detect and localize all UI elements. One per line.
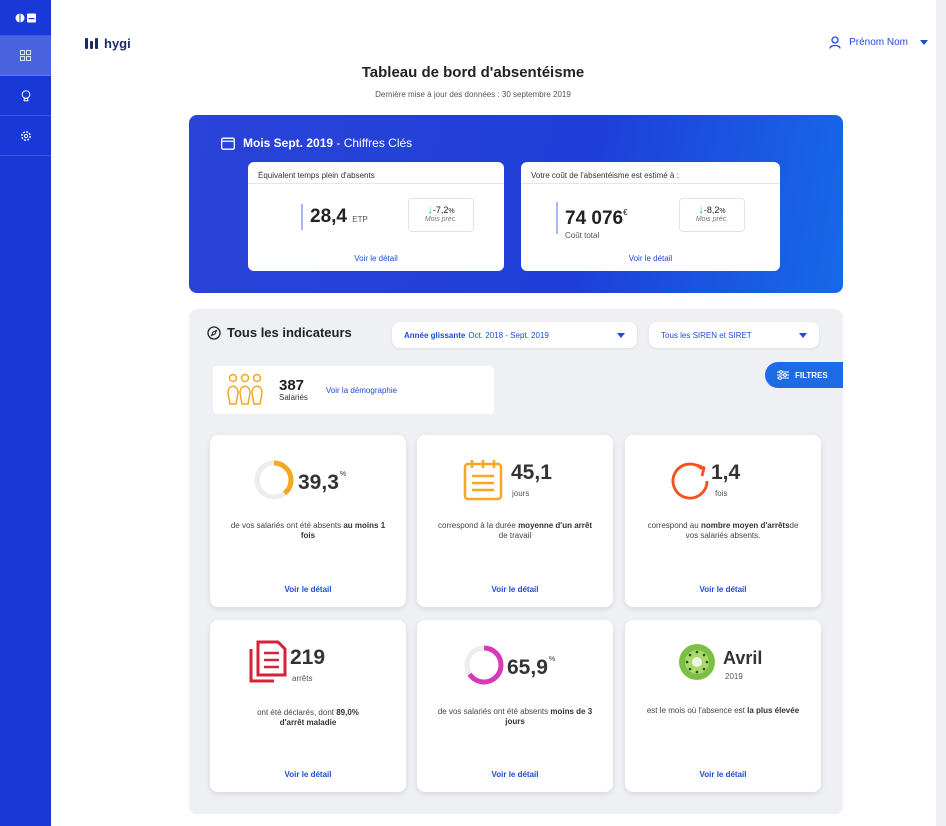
fte-delta-value: -7,2 — [432, 205, 449, 215]
absent-once-ring-icon — [254, 460, 294, 500]
siren-select[interactable]: Tous les SIREN et SIRET — [649, 322, 819, 348]
fte-delta-label: Mois préc. — [424, 216, 458, 223]
user-menu[interactable]: Prénom Nom — [829, 36, 928, 49]
indicator-card-absent-once: 39,3% de vos salariés ont été absents au… — [210, 435, 406, 607]
avg-stops-detail-link[interactable]: Voir le détail — [625, 585, 821, 594]
stops-declared-unit: arrêts — [292, 674, 313, 683]
absent-once-value: 39,3% — [298, 471, 347, 494]
stops-declared-value: 219 — [290, 646, 326, 669]
user-icon — [829, 36, 841, 49]
sidebar-item-settings[interactable] — [0, 116, 51, 156]
avg-duration-detail-link[interactable]: Voir le détail — [417, 585, 613, 594]
avg-duration-description: correspond à la durée moyenne d'un arrêt… — [438, 521, 592, 540]
scroll-gutter — [936, 0, 946, 826]
period-prefix: Année glissante — [404, 330, 466, 340]
demography-card: 387 Salariés Voir la démographie — [213, 366, 494, 414]
indicator-card-stops-declared: 219 arrêts ont été déclarés, dont 89,0% d… — [210, 620, 406, 792]
last-update: Dernière mise à jour des données : 30 se… — [375, 90, 571, 99]
key-figures-suffix: - Chiffres Clés — [333, 136, 413, 150]
demography-link[interactable]: Voir la démographie — [326, 386, 397, 395]
avg-stops-description: correspond au nombre moyen d'arrêtsde vo… — [647, 521, 799, 540]
avg-stops-unit: fois — [715, 489, 728, 498]
cost-sublabel: Coût total — [565, 231, 600, 240]
employees-block: 387 Salariés — [279, 378, 308, 402]
siren-value: Tous les SIREN et SIRET — [661, 330, 752, 340]
gear-icon — [20, 130, 31, 141]
notepad-icon — [463, 460, 503, 501]
page-title: Tableau de bord d'absentéisme — [361, 64, 585, 81]
month-label: Mois Sept. 2019 — [243, 136, 334, 150]
people-group-icon — [227, 373, 263, 405]
chevron-down-icon — [799, 332, 807, 338]
short-absence-detail-link[interactable]: Voir le détail — [417, 770, 613, 779]
key-figures-header: Mois Sept. 2019 - Chiffres Clés — [221, 136, 412, 150]
documents-icon — [249, 640, 287, 683]
fte-card-title: Équivalent temps plein d'absents — [248, 162, 504, 184]
indicator-card-peak-month: Avril 2019 est le mois où l'absence est … — [625, 620, 821, 792]
dashboard-icon — [20, 50, 31, 61]
chevron-down-icon — [920, 40, 928, 45]
app-logo-icon — [15, 13, 36, 22]
fte-delta-unit: % — [448, 208, 455, 215]
filters-label: FILTRES — [795, 370, 828, 380]
avg-stops-value: 1,4 — [711, 461, 741, 484]
fte-value: 28,4 ETP — [310, 206, 368, 227]
indicator-card-short-absence: 65,9% de vos salariés ont été absents mo… — [417, 620, 613, 792]
short-absence-description: de vos salariés ont été absents moins de… — [437, 707, 593, 726]
indicators-title: Tous les indicateurs — [227, 325, 352, 340]
peak-month-value: Avril — [723, 648, 763, 668]
user-name: Prénom Nom — [849, 37, 908, 48]
absent-once-description: de vos salariés ont été absents au moins… — [230, 521, 386, 540]
fte-divider — [301, 204, 303, 230]
avg-duration-value: 45,1 — [511, 461, 552, 484]
cost-card: Votre coût de l'absentéisme est estimé à… — [521, 162, 780, 271]
employees-label: Salariés — [279, 393, 308, 402]
refresh-arrow-icon — [671, 462, 709, 500]
cost-delta-value: -8,2 — [703, 205, 720, 215]
fte-unit: ETP — [352, 215, 368, 224]
absent-once-detail-link[interactable]: Voir le détail — [210, 585, 406, 594]
calendar-icon — [221, 137, 235, 150]
cost-detail-link[interactable]: Voir le détail — [521, 254, 780, 263]
fte-delta-badge: ↓-7,2% Mois préc. — [408, 198, 474, 232]
chevron-down-icon — [617, 332, 625, 338]
short-absence-ring-icon — [464, 645, 504, 685]
cost-unit: € — [623, 208, 628, 217]
indicator-card-avg-duration: 45,1 jours correspond à la durée moyenne… — [417, 435, 613, 607]
brand-logo[interactable]: hygi — [85, 36, 131, 51]
fte-card: Équivalent temps plein d'absents 28,4 ET… — [248, 162, 504, 271]
employees-count: 387 — [279, 377, 305, 394]
period-value: Oct. 2018 - Sept. 2019 — [468, 330, 549, 340]
cost-divider — [556, 202, 558, 234]
cost-delta-unit: % — [719, 208, 726, 215]
peak-month-detail-link[interactable]: Voir le détail — [625, 770, 821, 779]
filters-button[interactable]: FILTRES — [765, 362, 843, 388]
indicators-panel: Tous les indicateurs Année glissante Oct… — [189, 309, 843, 814]
short-absence-value: 65,9% — [507, 656, 556, 679]
kiwi-icon — [679, 644, 715, 680]
compass-icon — [207, 325, 221, 340]
brand-bars-icon — [85, 38, 98, 49]
indicators-header: Tous les indicateurs — [207, 325, 352, 340]
fte-detail-link[interactable]: Voir le détail — [248, 254, 504, 263]
stops-declared-detail-link[interactable]: Voir le détail — [210, 770, 406, 779]
avg-duration-unit: jours — [512, 489, 530, 498]
cost-value: 74 076€ — [565, 208, 628, 229]
sidebar-logo[interactable] — [0, 0, 51, 36]
key-figures-panel: Mois Sept. 2019 - Chiffres Clés Équivale… — [189, 115, 843, 293]
cost-delta-badge: ↓-8,2% Mois préc. — [679, 198, 745, 232]
period-select[interactable]: Année glissante Oct. 2018 - Sept. 2019 — [392, 322, 637, 348]
peak-month-description: est le mois où l'absence est la plus éle… — [646, 706, 800, 715]
brand-name: hygi — [104, 36, 131, 51]
indicator-card-avg-stops: 1,4 fois correspond au nombre moyen d'ar… — [625, 435, 821, 607]
stops-declared-description: ont été déclarés, dont 89,0% d'arrêt mala… — [257, 708, 359, 727]
sidebar — [0, 0, 51, 826]
cost-card-title: Votre coût de l'absentéisme est estimé à… — [521, 162, 780, 184]
sliders-icon — [777, 370, 789, 380]
cost-delta-label: Mois préc. — [695, 216, 729, 223]
peak-month-year: 2019 — [725, 672, 743, 681]
